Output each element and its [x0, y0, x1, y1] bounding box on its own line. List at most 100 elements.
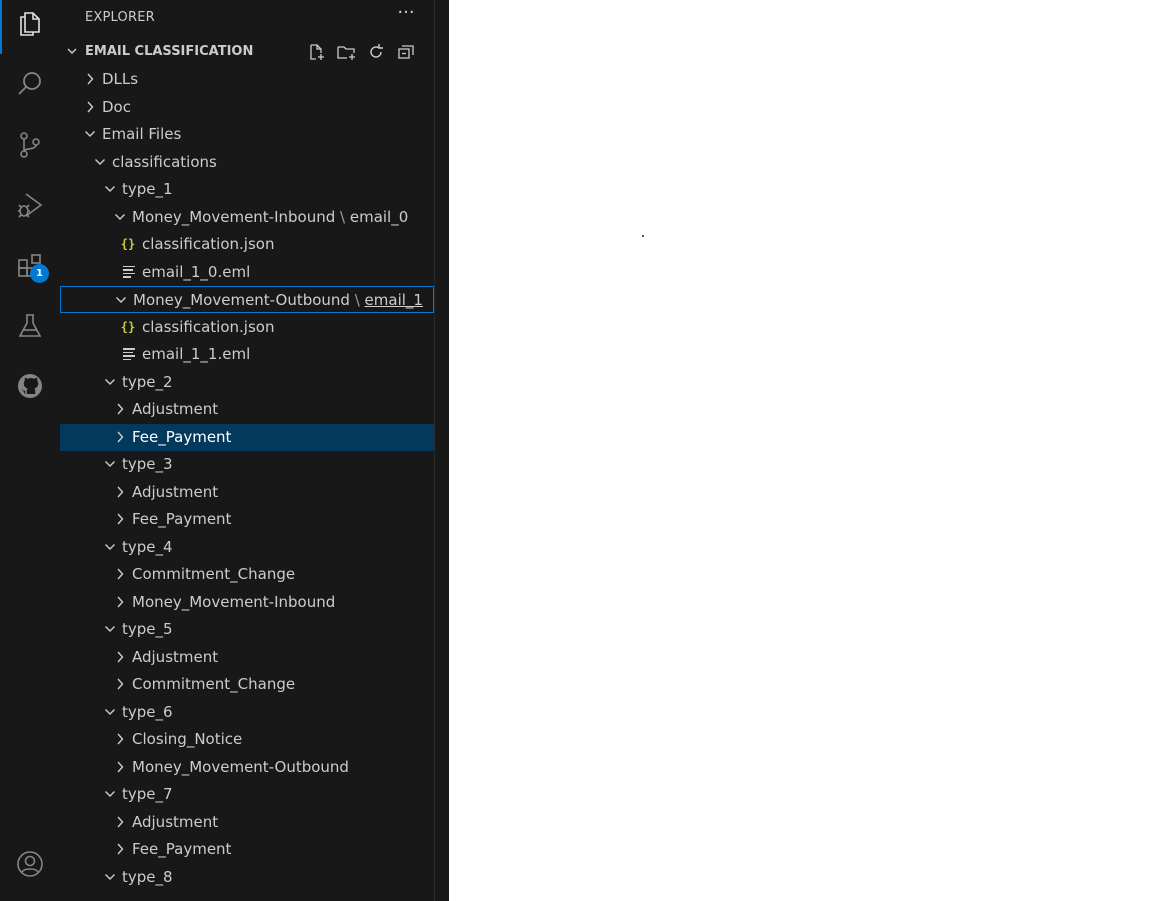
tree-folder-row[interactable]: Commitment_Change: [60, 561, 434, 588]
tree-folder-row[interactable]: type_1: [60, 176, 434, 203]
accounts-icon[interactable]: [0, 840, 60, 888]
chevron-right-icon[interactable]: [112, 649, 128, 665]
tree-item-name: email_1_1.eml: [142, 345, 251, 363]
tree-item-name: Adjustment: [132, 482, 219, 501]
chevron-down-icon[interactable]: [102, 181, 118, 197]
chevron-right-icon[interactable]: [112, 731, 128, 747]
chevron-down-icon[interactable]: [102, 621, 118, 637]
tree-folder-row[interactable]: Money_Movement-Outbound: [60, 754, 434, 781]
tree-item-label: Doc: [102, 98, 131, 116]
tree-folder-row[interactable]: type_7: [60, 781, 434, 808]
tree-item-name: Money_Movement-Outbound: [133, 291, 350, 309]
tree-folder-row[interactable]: DLLs: [60, 66, 434, 93]
chevron-right-icon[interactable]: [112, 401, 128, 417]
chevron-down-icon[interactable]: [112, 209, 128, 225]
tree-folder-row[interactable]: type_2: [60, 369, 434, 396]
more-actions-button[interactable]: ···: [396, 4, 416, 25]
chevron-right-icon[interactable]: [112, 814, 128, 830]
chevron-down-icon[interactable]: [102, 786, 118, 802]
chevron-down-icon[interactable]: [102, 539, 118, 555]
tree-folder-row[interactable]: Doc: [60, 94, 434, 121]
tree-item-label: type_6: [122, 703, 173, 721]
explorer-icon[interactable]: [0, 0, 60, 48]
chevron-right-icon[interactable]: [82, 99, 98, 115]
tree-folder-row[interactable]: Adjustment: [60, 644, 434, 671]
tree-folder-row[interactable]: Money_Movement-Outbound \ email_1: [60, 286, 434, 313]
search-icon[interactable]: [0, 60, 60, 108]
chevron-right-icon[interactable]: [112, 511, 128, 527]
tree-item-label: classification.json: [142, 318, 274, 336]
tree-item-label: Money_Movement-Outbound \ email_1: [133, 291, 423, 309]
tree-folder-row[interactable]: Money_Movement-Inbound \ email_0: [60, 204, 434, 231]
tree-folder-row[interactable]: Fee_Payment: [60, 506, 434, 533]
chevron-right-icon[interactable]: [112, 429, 128, 445]
tree-item-label: classification.json: [142, 235, 274, 253]
chevron-down-icon[interactable]: [92, 154, 108, 170]
tree-item-name: type_4: [122, 537, 173, 556]
refresh-icon[interactable]: [366, 42, 386, 62]
tree-folder-row[interactable]: Commitment_Change: [60, 671, 434, 698]
tree-folder-row[interactable]: type_6: [60, 699, 434, 726]
tree-folder-row[interactable]: classifications: [60, 149, 434, 176]
chevron-down-icon[interactable]: [102, 374, 118, 390]
tree-item-label: Money_Movement-Inbound \ email_0: [132, 208, 408, 226]
run-and-debug-icon[interactable]: [0, 181, 60, 229]
chevron-down-icon[interactable]: [82, 126, 98, 142]
chevron-right-icon[interactable]: [112, 566, 128, 582]
workspace-section-header[interactable]: EMAIL CLASSIFICATION: [60, 39, 434, 65]
tree-folder-row[interactable]: type_8: [60, 864, 434, 891]
tree-file-row[interactable]: email_1_0.eml: [60, 259, 434, 286]
extensions-icon[interactable]: [0, 242, 60, 290]
chevron-right-icon[interactable]: [112, 484, 128, 500]
tree-item-label: type_7: [122, 785, 173, 803]
tree-folder-row[interactable]: Adjustment: [60, 396, 434, 423]
tree-file-row[interactable]: email_1_1.eml: [60, 341, 434, 368]
tree-folder-row[interactable]: Adjustment: [60, 809, 434, 836]
tree-folder-row[interactable]: Email Files: [60, 121, 434, 148]
github-icon[interactable]: [0, 362, 60, 410]
tree-folder-row[interactable]: Fee_Payment: [60, 423, 434, 451]
tree-item-label: type_3: [122, 455, 173, 473]
compact-folder-separator: \: [335, 207, 350, 226]
tree-item-label: Adjustment: [132, 483, 218, 501]
chevron-right-icon[interactable]: [112, 676, 128, 692]
scrollbar-track[interactable]: [435, 0, 449, 901]
tree-folder-row[interactable]: type_3: [60, 451, 434, 478]
explorer-title: EXPLORER: [85, 10, 155, 25]
chevron-down-icon[interactable]: [102, 869, 118, 885]
tree-file-row[interactable]: {} classification.json: [60, 231, 434, 258]
chevron-right-icon[interactable]: [112, 841, 128, 857]
tree-file-row[interactable]: {} classification.json: [60, 314, 434, 341]
tree-item-label: Closing_Notice: [132, 730, 242, 748]
tree-folder-row[interactable]: type_4: [60, 534, 434, 561]
collapse-all-icon[interactable]: [396, 42, 416, 62]
chevron-right-icon[interactable]: [82, 71, 98, 87]
new-folder-icon[interactable]: [336, 42, 356, 62]
tree-folder-row[interactable]: Fee_Payment: [60, 836, 434, 863]
chevron-right-icon[interactable]: [112, 594, 128, 610]
tree-item-label: email_1_1.eml: [142, 345, 250, 363]
compact-folder-suffix[interactable]: email_1: [365, 291, 423, 309]
tree-item-label: Commitment_Change: [132, 675, 295, 693]
chevron-right-icon[interactable]: [112, 759, 128, 775]
compact-folder-suffix[interactable]: email_0: [350, 208, 408, 226]
tree-item-name: Commitment_Change: [132, 565, 296, 583]
tree-item-label: type_8: [122, 868, 173, 886]
tree-folder-row[interactable]: Adjustment: [60, 479, 434, 506]
testing-icon[interactable]: [0, 302, 60, 350]
activity-bar: 1: [0, 0, 60, 901]
chevron-down-icon[interactable]: [113, 292, 129, 308]
new-file-icon[interactable]: [306, 42, 326, 62]
tree-folder-row[interactable]: type_5: [60, 616, 434, 643]
tree-item-label: email_1_0.eml: [142, 263, 250, 281]
editor-area: [449, 0, 1152, 901]
tree-folder-row[interactable]: Closing_Notice: [60, 726, 434, 753]
chevron-down-icon[interactable]: [102, 704, 118, 720]
tree-item-name: type_7: [122, 785, 173, 803]
tree-item-label: Fee_Payment: [132, 428, 231, 446]
tree-item-name: Fee_Payment: [132, 510, 232, 528]
tree-item-name: Fee_Payment: [132, 840, 232, 858]
source-control-icon[interactable]: [0, 121, 60, 169]
chevron-down-icon[interactable]: [102, 456, 118, 472]
tree-folder-row[interactable]: Money_Movement-Inbound: [60, 589, 434, 616]
